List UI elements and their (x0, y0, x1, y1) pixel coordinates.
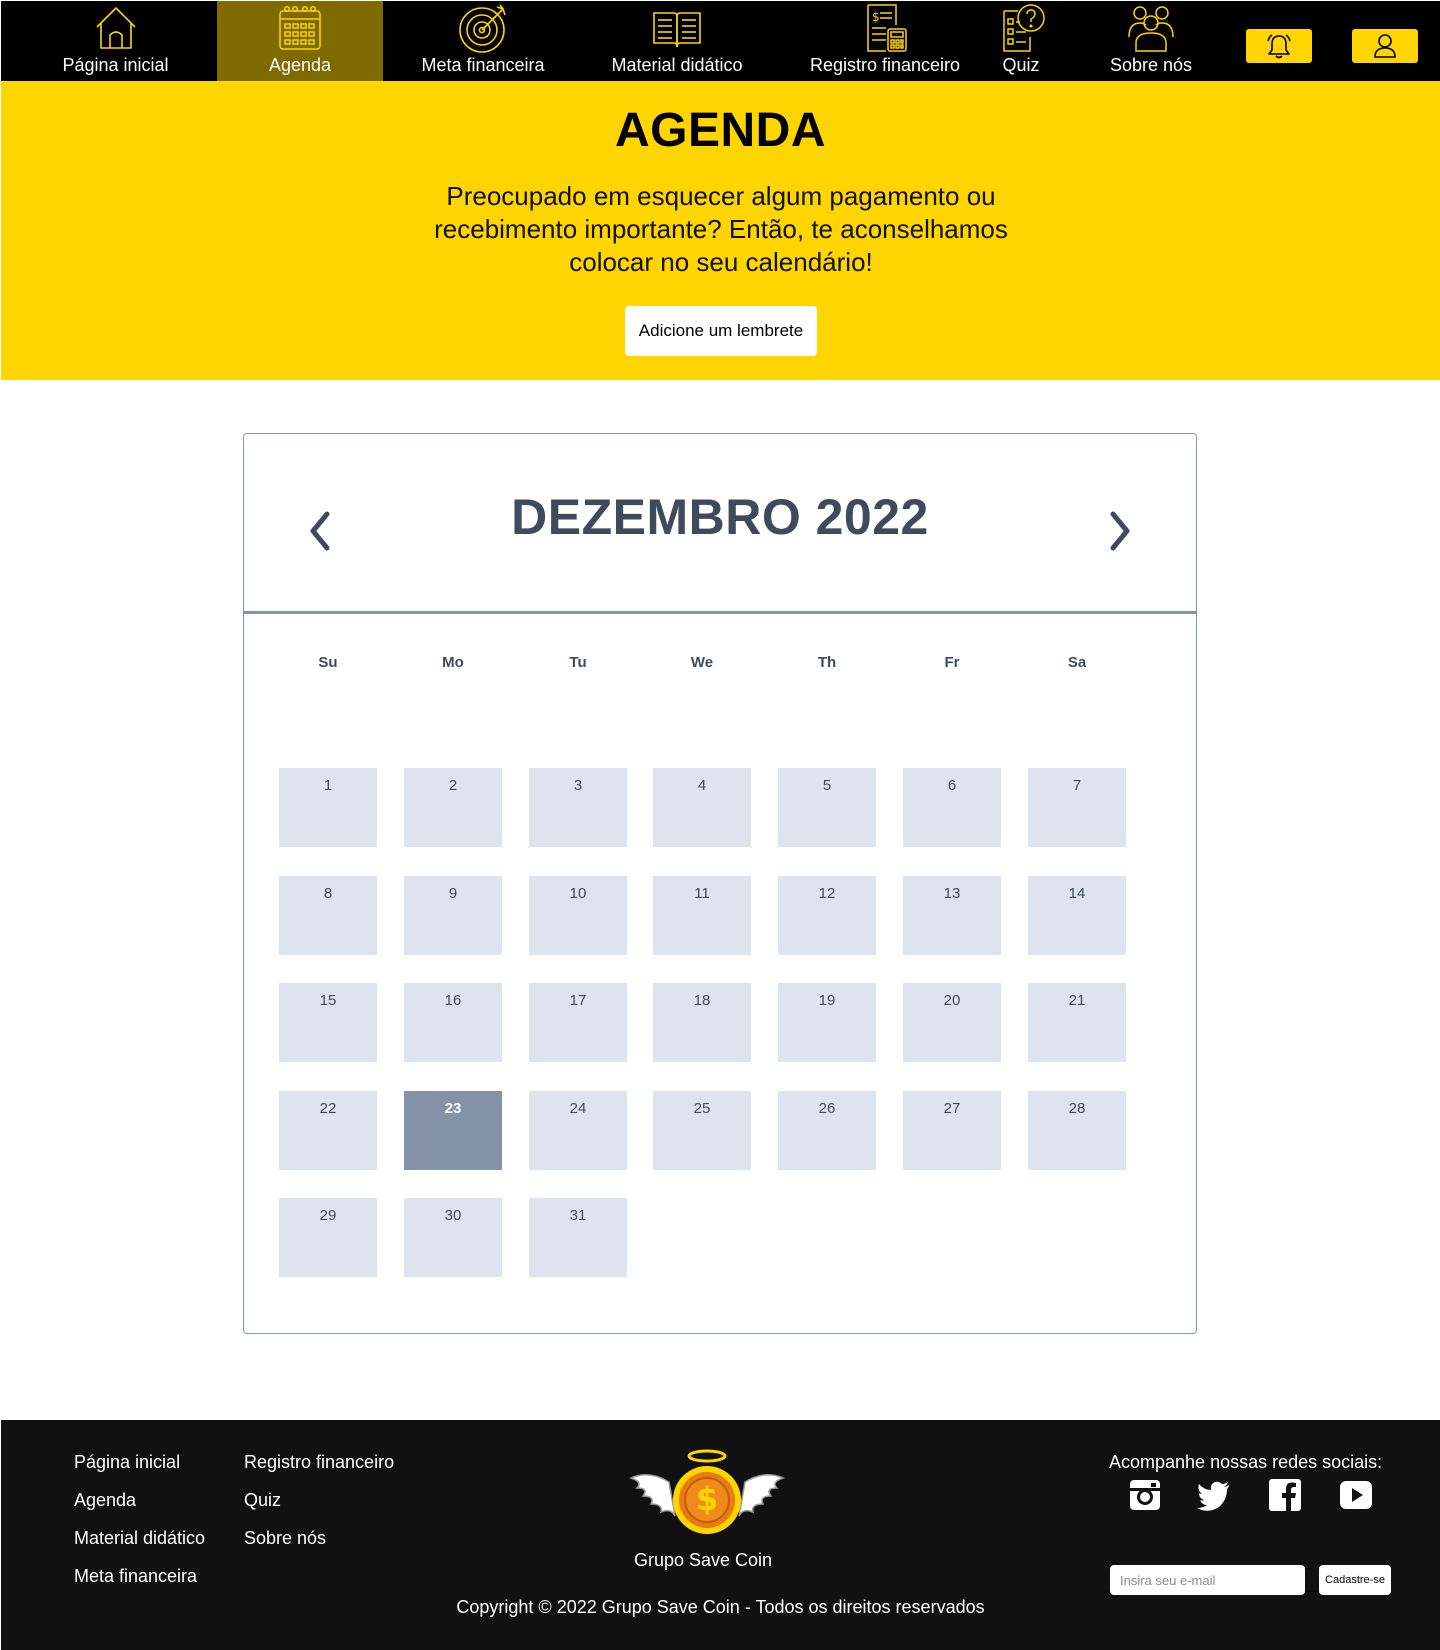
twitter-link[interactable] (1196, 1477, 1232, 1513)
footer-link-registro-financeiro[interactable]: Registro financeiro (244, 1452, 394, 1473)
footer-brand-name: Grupo Save Coin (633, 1550, 773, 1570)
profile-button[interactable] (1352, 29, 1418, 63)
calendar-day[interactable]: 20 (903, 983, 1001, 1062)
calendar-day[interactable]: 7 (1028, 768, 1126, 847)
calendar-day[interactable]: 24 (529, 1091, 627, 1170)
chevron-right-icon (1110, 511, 1130, 551)
add-reminder-button[interactable]: Adicione um lembrete (625, 306, 817, 356)
instagram-link[interactable] (1127, 1477, 1163, 1513)
calendar-day-selected[interactable]: 23 (404, 1091, 502, 1170)
nav-item-meta-financeira[interactable]: Meta financeira (401, 1, 565, 81)
calendar-day[interactable]: 1 (279, 768, 377, 847)
quiz-icon (1003, 4, 1045, 52)
calendar: DEZEMBRO 2022 Su Mo Tu We Th Fr Sa 1 2 3 4 5 6 7 8 9 10… (243, 433, 1197, 1334)
home-icon (95, 7, 136, 49)
calendar-day[interactable]: 15 (279, 983, 377, 1062)
calendar-icon (279, 6, 321, 50)
next-month-button[interactable] (1100, 506, 1140, 556)
calendar-day[interactable]: 11 (653, 876, 751, 955)
youtube-link[interactable] (1338, 1477, 1374, 1513)
weekday-label: Tu (569, 654, 587, 671)
calendar-month-title: DEZEMBRO 2022 (511, 489, 929, 545)
footer-link-pagina-inicial[interactable]: Página inicial (74, 1452, 180, 1473)
nav-label: Quiz (1002, 55, 1040, 75)
nav-item-quiz[interactable]: Quiz (991, 1, 1051, 81)
weekday-label: Su (318, 654, 338, 671)
calendar-day[interactable]: 21 (1028, 983, 1126, 1062)
book-icon (653, 12, 701, 48)
footer: Página inicial Agenda Material didático … (1, 1420, 1440, 1650)
weekday-label: Sa (1067, 654, 1087, 671)
calendar-day[interactable]: 12 (778, 876, 876, 955)
nav-item-agenda[interactable]: Agenda (217, 1, 383, 81)
calendar-day[interactable]: 10 (529, 876, 627, 955)
calendar-day[interactable]: 16 (404, 983, 502, 1062)
social-title: Acompanhe nossas redes sociais: (1109, 1452, 1383, 1472)
target-icon (459, 4, 506, 53)
footer-copyright: Copyright © 2022 Grupo Save Coin - Todos… (456, 1597, 985, 1617)
group-icon (1128, 6, 1174, 52)
footer-link-material-didatico[interactable]: Material didático (74, 1528, 205, 1549)
footer-link-quiz[interactable]: Quiz (244, 1490, 281, 1511)
calendar-day[interactable]: 19 (778, 983, 876, 1062)
svg-text:$: $ (696, 1480, 718, 1518)
calendar-day[interactable]: 30 (404, 1198, 502, 1277)
calendar-day[interactable]: 26 (778, 1091, 876, 1170)
twitter-icon (1197, 1481, 1229, 1511)
calendar-day[interactable]: 14 (1028, 876, 1126, 955)
footer-link-meta-financeira[interactable]: Meta financeira (74, 1566, 197, 1587)
footer-link-sobre-nos[interactable]: Sobre nós (244, 1528, 326, 1549)
calendar-day[interactable]: 5 (778, 768, 876, 847)
bell-icon (1267, 34, 1291, 59)
top-navigation: Página inicial Agenda Meta financeira Ma… (1, 1, 1440, 81)
svg-text:$: $ (872, 10, 880, 24)
calendar-day[interactable]: 8 (279, 876, 377, 955)
calendar-day[interactable]: 2 (404, 768, 502, 847)
calendar-day[interactable]: 31 (529, 1198, 627, 1277)
instagram-icon (1130, 1480, 1160, 1510)
agenda-hero: AGENDA Preocupado em esquecer algum paga… (1, 81, 1440, 380)
nav-item-home[interactable]: Página inicial (1, 1, 230, 81)
hero-description: Preocupado em esquecer algum pagamento o… (434, 181, 1008, 277)
nav-label: Registro financeiro (809, 55, 961, 75)
weekday-label: Th (817, 654, 837, 671)
calendar-day[interactable]: 27 (903, 1091, 1001, 1170)
calendar-header: DEZEMBRO 2022 (244, 434, 1196, 614)
weekday-label: We (690, 654, 714, 671)
user-icon (1374, 34, 1396, 58)
nav-label: Meta financeira (421, 55, 545, 75)
calendar-day[interactable]: 22 (279, 1091, 377, 1170)
newsletter-signup-button[interactable]: Cadastre-se (1319, 1565, 1391, 1595)
weekday-label: Fr (944, 654, 960, 671)
nav-label: Agenda (268, 55, 332, 75)
calendar-day[interactable]: 17 (529, 983, 627, 1062)
calendar-day[interactable]: 6 (903, 768, 1001, 847)
nav-item-material-didatico[interactable]: Material didático (597, 1, 757, 81)
nav-label: Material didático (611, 55, 743, 75)
calendar-day[interactable]: 13 (903, 876, 1001, 955)
winged-coin-logo: $ (628, 1449, 786, 1534)
footer-link-agenda[interactable]: Agenda (74, 1490, 136, 1511)
facebook-link[interactable] (1267, 1477, 1303, 1513)
calendar-day[interactable]: 29 (279, 1198, 377, 1277)
receipt-calculator-icon: $ (867, 4, 907, 52)
nav-item-registro-financeiro[interactable]: $ Registro financeiro (785, 1, 985, 81)
calendar-day[interactable]: 3 (529, 768, 627, 847)
calendar-day[interactable]: 18 (653, 983, 751, 1062)
youtube-icon (1340, 1481, 1372, 1509)
notifications-button[interactable] (1246, 29, 1312, 63)
nav-label: Página inicial (62, 55, 169, 75)
weekday-label: Mo (442, 654, 464, 671)
newsletter-email-input[interactable] (1110, 1565, 1305, 1595)
calendar-day[interactable]: 25 (653, 1091, 751, 1170)
page-title: AGENDA (614, 104, 826, 157)
nav-item-sobre-nos[interactable]: Sobre nós (1101, 1, 1201, 81)
nav-label: Sobre nós (1109, 55, 1193, 75)
facebook-icon (1269, 1479, 1301, 1511)
calendar-day[interactable]: 28 (1028, 1091, 1126, 1170)
calendar-day[interactable]: 4 (653, 768, 751, 847)
calendar-day[interactable]: 9 (404, 876, 502, 955)
